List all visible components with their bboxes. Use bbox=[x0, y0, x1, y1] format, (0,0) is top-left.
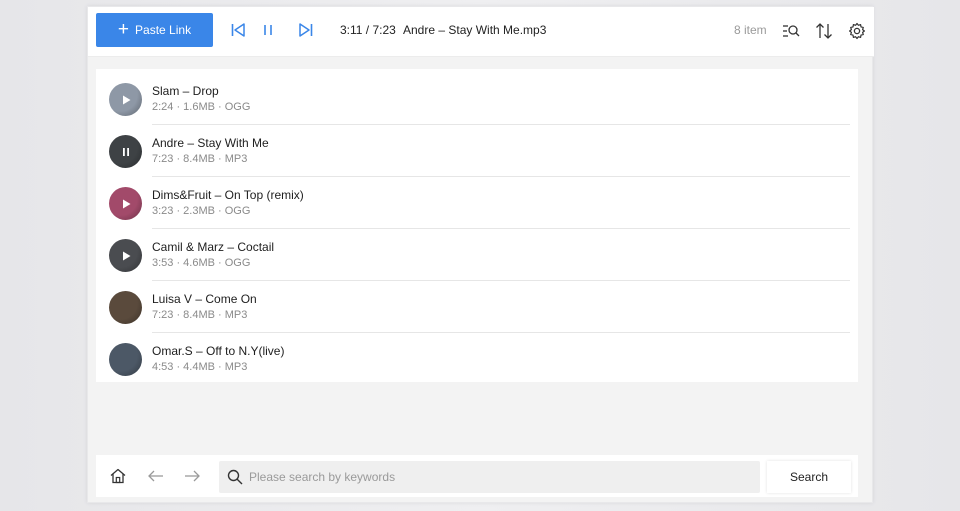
track-meta: 3:23 · 2.3MB · OGG bbox=[152, 205, 251, 217]
bottom-bar: Search bbox=[96, 455, 858, 497]
track-meta: 7:23 · 8.4MB · MP3 bbox=[152, 309, 248, 321]
track-list: Slam – Drop 2:24 · 1.6MB · OGG Andre – Sta… bbox=[96, 69, 858, 382]
track-meta: 2:24 · 1.6MB · OGG bbox=[152, 101, 251, 113]
skip-previous-icon bbox=[231, 23, 245, 37]
track-row[interactable]: Luisa V – Come On 7:23 · 8.4MB · MP3 bbox=[96, 281, 858, 333]
track-thumbnail[interactable] bbox=[109, 83, 142, 116]
track-title: Slam – Drop bbox=[152, 84, 219, 98]
track-title: Omar.S – Off to N.Y(live) bbox=[152, 344, 285, 358]
skip-next-icon bbox=[299, 23, 313, 37]
track-meta: 4:53 · 4.4MB · MP3 bbox=[152, 361, 248, 373]
settings-button[interactable] bbox=[848, 22, 866, 40]
paste-link-button[interactable]: + Paste Link bbox=[96, 13, 213, 47]
track-thumbnail[interactable] bbox=[109, 291, 142, 324]
track-thumbnail[interactable] bbox=[109, 239, 142, 272]
playback-time: 3:11 / 7:23 bbox=[340, 23, 396, 37]
home-button[interactable] bbox=[109, 467, 127, 485]
paste-link-label: Paste Link bbox=[135, 23, 192, 37]
track-title: Andre – Stay With Me bbox=[152, 136, 269, 150]
track-row[interactable]: Slam – Drop 2:24 · 1.6MB · OGG bbox=[96, 73, 858, 125]
track-title: Luisa V – Come On bbox=[152, 292, 257, 306]
search-input[interactable] bbox=[249, 461, 749, 493]
search-box bbox=[219, 461, 760, 493]
item-count: 8 item bbox=[734, 23, 767, 37]
previous-track-button[interactable] bbox=[230, 22, 246, 38]
pause-button[interactable] bbox=[260, 22, 276, 38]
home-icon bbox=[110, 468, 126, 484]
plus-icon: + bbox=[117, 18, 130, 40]
back-button[interactable] bbox=[147, 467, 165, 485]
list-search-button[interactable] bbox=[782, 22, 800, 40]
next-track-button[interactable] bbox=[298, 22, 314, 38]
now-playing-title: Andre – Stay With Me.mp3 bbox=[403, 23, 547, 37]
play-icon bbox=[122, 199, 130, 208]
track-title: Dims&Fruit – On Top (remix) bbox=[152, 188, 304, 202]
track-thumbnail[interactable] bbox=[109, 343, 142, 376]
track-row[interactable]: Andre – Stay With Me 7:23 · 8.4MB · MP3 bbox=[96, 125, 858, 177]
track-row[interactable]: Dims&Fruit – On Top (remix) 3:23 · 2.3MB … bbox=[96, 177, 858, 229]
top-toolbar: + Paste Link 3:11 / 7:23 Andre – Stay Wi… bbox=[88, 7, 874, 57]
track-meta: 3:53 · 4.6MB · OGG bbox=[152, 257, 251, 269]
list-search-icon bbox=[783, 25, 800, 37]
track-thumbnail[interactable] bbox=[109, 135, 142, 168]
search-button[interactable]: Search bbox=[767, 461, 851, 493]
arrow-right-icon bbox=[185, 470, 200, 482]
track-meta: 7:23 · 8.4MB · MP3 bbox=[152, 153, 248, 165]
sort-button[interactable] bbox=[815, 22, 833, 40]
track-thumbnail[interactable] bbox=[109, 187, 142, 220]
arrow-left-icon bbox=[148, 470, 163, 482]
play-icon bbox=[122, 95, 130, 104]
pause-icon bbox=[122, 147, 129, 156]
track-title: Camil & Marz – Coctail bbox=[152, 240, 275, 254]
sort-icon bbox=[816, 23, 832, 39]
pause-icon bbox=[264, 25, 272, 35]
app-window: + Paste Link 3:11 / 7:23 Andre – Stay Wi… bbox=[87, 6, 874, 503]
search-icon bbox=[227, 469, 243, 485]
gear-icon bbox=[849, 22, 865, 40]
track-row[interactable]: Omar.S – Off to N.Y(live) 4:53 · 4.4MB · … bbox=[96, 333, 858, 385]
play-icon bbox=[122, 251, 130, 260]
forward-button[interactable] bbox=[183, 467, 201, 485]
track-row[interactable]: Camil & Marz – Coctail 3:53 · 4.6MB · OGG bbox=[96, 229, 858, 281]
